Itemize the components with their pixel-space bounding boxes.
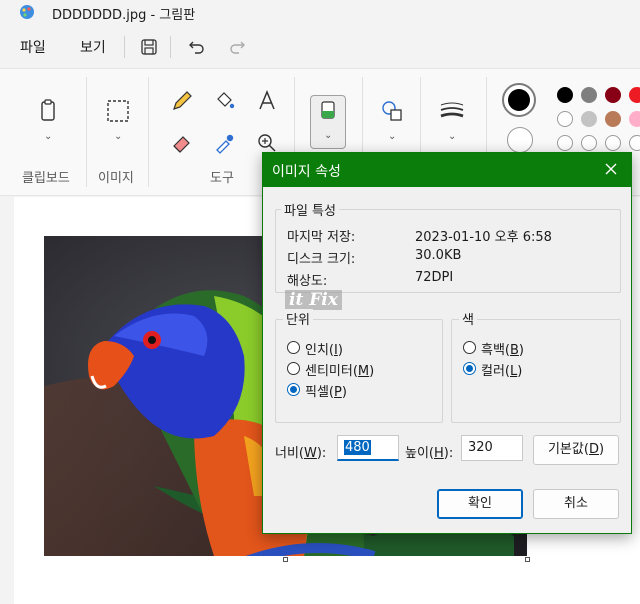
color-radio-label[interactable]: 컬러(L) [481,360,522,379]
select-icon[interactable] [104,97,132,125]
menu-view[interactable]: 보기 [80,37,106,57]
window-title: DDDDDDD.jpg - 그림판 [52,8,196,23]
color-mode-label: 색 [459,309,477,328]
bw-accesskey: B [510,343,519,358]
image-properties-dialog: 이미지 속성 파일 특성 마지막 저장: 2023-01-10 오후 6:58 … [262,152,632,534]
inch-text: 인치 [305,343,329,358]
cancel-button[interactable]: 취소 [533,489,619,519]
eraser-icon[interactable] [168,129,196,157]
palette-color-swatch[interactable] [557,111,573,127]
primary-color-swatch[interactable] [502,83,536,117]
brushes-button[interactable]: ⌄ [310,95,346,149]
ok-button[interactable]: 확인 [437,489,523,519]
cm-radio[interactable] [287,362,300,375]
palette-color-swatch[interactable] [605,87,621,103]
palette-color-swatch[interactable] [557,87,573,103]
height-label: 높이(H): [405,446,454,461]
units-label: 단위 [283,309,313,328]
watermark: it Fix [285,290,342,310]
close-icon[interactable] [601,159,621,179]
ribbon-separator [148,77,149,187]
save-icon[interactable] [138,36,160,58]
pixel-accesskey: P [334,385,342,400]
fill-bucket-icon[interactable] [210,87,238,115]
shapes-icon[interactable] [378,97,406,125]
undo-icon[interactable] [186,36,208,58]
palette-color-swatch[interactable] [581,111,597,127]
bw-radio[interactable] [463,341,476,354]
file-properties-label: 파일 특성 [281,200,339,219]
ribbon-group-image: 이미지 [98,171,134,186]
ribbon-group-tools: 도구 [210,171,234,186]
color-accesskey: L [510,364,518,379]
menu-file[interactable]: 파일 [20,37,46,57]
last-saved-label: 마지막 저장: [287,230,356,245]
cm-radio-label[interactable]: 센티미터(M) [305,360,374,379]
resolution-label: 해상도: [287,274,328,289]
width-accesskey: W [304,446,317,461]
pixel-radio-label[interactable]: 픽셀(P) [305,381,347,400]
default-button[interactable]: 기본값(D) [533,435,619,465]
menu-bar: 파일 보기 [0,26,640,68]
brush-icon [321,101,335,119]
primary-color-fill [508,89,530,111]
last-saved-value: 2023-01-10 오후 6:58 [415,230,552,245]
clipboard-icon[interactable] [34,97,62,125]
color-text: 컬러 [481,364,505,379]
palette-color-swatch[interactable] [581,87,597,103]
bw-text: 흑백 [481,343,505,358]
chevron-down-icon[interactable]: ⌄ [114,131,122,142]
width-label: 너비(W): [275,446,327,461]
disk-size-label: 디스크 크기: [287,252,356,267]
stroke-size-icon[interactable] [438,97,466,125]
width-input[interactable]: 480 [337,435,399,461]
default-text: 기본값 [547,442,584,457]
paint-app-icon [18,3,36,21]
resize-handle[interactable] [283,557,288,562]
height-input[interactable]: 320 [461,435,523,461]
title-bar: DDDDDDD.jpg - 그림판 [0,0,640,26]
chevron-down-icon[interactable]: ⌄ [388,131,396,142]
pixel-radio[interactable] [287,383,300,396]
palette-color-swatch[interactable] [557,135,573,151]
chevron-down-icon[interactable]: ⌄ [448,131,456,142]
width-value: 480 [344,440,371,455]
inch-radio-label[interactable]: 인치(I) [305,339,343,358]
dialog-title-bar: 이미지 속성 [263,153,631,187]
ribbon-group-clipboard: 클립보드 [22,171,70,186]
resolution-value: 72DPI [415,270,454,285]
ribbon-separator [86,77,87,187]
inch-accesskey: I [334,343,338,358]
palette-color-swatch[interactable] [629,87,640,103]
height-value: 320 [468,440,493,455]
disk-size-value: 30.0KB [415,248,462,263]
secondary-color-swatch[interactable] [507,127,533,153]
cm-text: 센티미터 [305,364,353,379]
chevron-down-icon: ⌄ [324,130,333,141]
bw-radio-label[interactable]: 흑백(B) [481,339,524,358]
palette-color-swatch[interactable] [605,111,621,127]
dialog-title: 이미지 속성 [272,164,341,180]
chevron-down-icon[interactable]: ⌄ [44,131,52,142]
inch-radio[interactable] [287,341,300,354]
pencil-icon[interactable] [168,87,196,115]
resize-handle[interactable] [525,557,530,562]
palette-color-swatch[interactable] [605,135,621,151]
palette-color-swatch[interactable] [581,135,597,151]
color-radio[interactable] [463,362,476,375]
height-text: 높이 [405,446,429,461]
cm-accesskey: M [357,364,370,379]
pixel-text: 픽셀 [305,385,329,400]
menu-separator [170,36,171,58]
palette-color-swatch[interactable] [629,135,640,151]
redo-icon[interactable] [226,36,248,58]
menu-separator [124,36,125,58]
color-picker-icon[interactable] [210,129,238,157]
width-text: 너비 [275,446,299,461]
height-accesskey: H [434,446,444,461]
text-icon[interactable] [253,87,281,115]
default-accesskey: D [588,442,599,457]
color-mode-group [451,319,621,423]
palette-color-swatch[interactable] [629,111,640,127]
